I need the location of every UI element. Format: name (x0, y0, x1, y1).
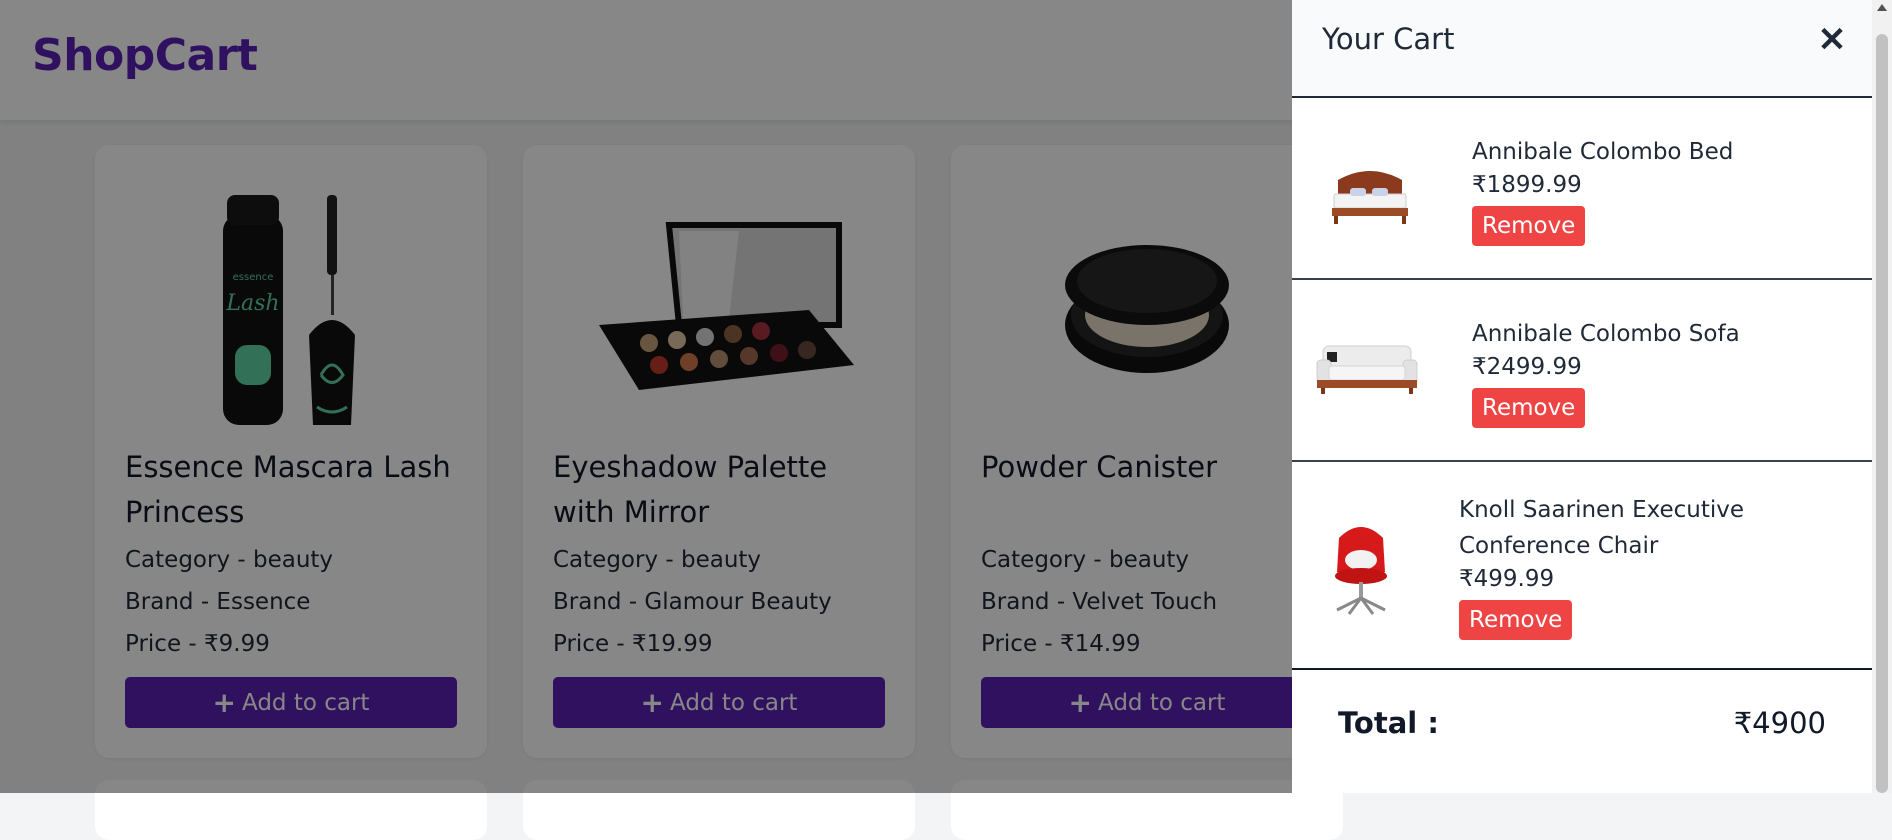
cart-item-price: ₹1899.99 (1472, 172, 1582, 198)
chair-image (1326, 520, 1396, 616)
drawer-scrollbar[interactable] (1872, 0, 1892, 793)
remove-button[interactable]: Remove (1459, 600, 1573, 640)
scrollbar-thumb[interactable] (1876, 34, 1888, 793)
scroll-up-icon[interactable] (1877, 4, 1887, 11)
sofa-image (1312, 328, 1422, 408)
cart-item-price: ₹499.99 (1459, 566, 1555, 592)
close-icon[interactable]: ✕ (1812, 20, 1852, 60)
cart-item: Knoll Saarinen Executive Conference Chai… (1292, 462, 1872, 668)
cart-item: Annibale Colombo Bed ₹1899.99 Remove (1292, 98, 1872, 280)
cart-drawer: Your Cart ✕ Annibale Colombo Bed ₹1899.9… (1292, 0, 1872, 793)
cart-item-name: Annibale Colombo Sofa (1472, 321, 1740, 347)
cart-title: Your Cart (1322, 22, 1455, 56)
cart-item-price: ₹2499.99 (1472, 354, 1582, 380)
cart-header: Your Cart ✕ (1292, 0, 1872, 98)
total-value: ₹4900 (1733, 706, 1826, 740)
cart-total: Total : ₹4900 (1292, 668, 1872, 793)
total-label: Total : (1338, 706, 1439, 740)
cart-item-name: Annibale Colombo Bed (1472, 139, 1734, 165)
bed-image (1320, 150, 1420, 230)
cart-item-name: Knoll Saarinen Executive Conference Chai… (1459, 497, 1745, 559)
remove-button[interactable]: Remove (1472, 206, 1586, 246)
remove-button[interactable]: Remove (1472, 388, 1586, 428)
cart-item: Annibale Colombo Sofa ₹2499.99 Remove (1292, 280, 1872, 462)
